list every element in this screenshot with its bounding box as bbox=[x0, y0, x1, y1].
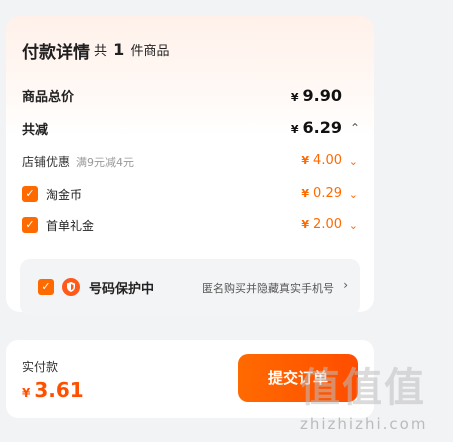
protection-checkbox[interactable]: ✓ bbox=[38, 279, 54, 295]
store-discount-price[interactable]: ¥4.00 bbox=[301, 153, 342, 168]
chevron-down-icon[interactable]: ⌄ bbox=[349, 219, 358, 232]
taojinbi-label: 淘金币 bbox=[46, 188, 83, 202]
items-total-price: ¥9.90 bbox=[290, 86, 342, 105]
chevron-up-icon[interactable]: ⌃ bbox=[350, 121, 360, 135]
taojinbi-checkbox[interactable]: ✓ bbox=[22, 186, 38, 202]
chevron-down-icon[interactable]: ⌄ bbox=[349, 188, 358, 201]
chevron-down-icon[interactable]: ⌄ bbox=[349, 155, 358, 168]
shield-icon bbox=[62, 278, 80, 296]
discount-total-price[interactable]: ¥6.29 bbox=[291, 118, 342, 137]
chevron-right-icon[interactable]: › bbox=[343, 278, 348, 292]
pay-amount: ¥3.61 bbox=[22, 378, 84, 402]
watermark-logo: 值值值 bbox=[300, 365, 426, 411]
payment-details-card: 付款详情 共 1 件商品 商品总价 ¥9.90 共减 ¥6.29 ⌃ 店铺优惠满… bbox=[6, 16, 374, 315]
pay-amount-label: 实付款 bbox=[22, 360, 59, 374]
watermark-url: zhizhizhi.com bbox=[300, 415, 428, 433]
store-discount-note: 满9元减4元 bbox=[76, 156, 135, 169]
number-protection-panel[interactable]: ✓ 号码保护中 匿名购买并隐藏真实手机号 › bbox=[20, 259, 360, 315]
store-discount-label: 店铺优惠 满9元减4元 bbox=[22, 155, 135, 169]
discount-total-label: 共减 bbox=[22, 123, 49, 138]
first-order-gift-price[interactable]: ¥2.00 bbox=[301, 217, 342, 232]
protection-title: 号码保护中 bbox=[89, 282, 155, 297]
first-order-gift-checkbox[interactable]: ✓ bbox=[22, 217, 38, 233]
item-count: 共 1 件商品 bbox=[94, 40, 170, 59]
first-order-gift-label: 首单礼金 bbox=[46, 219, 95, 233]
page-title: 付款详情 bbox=[22, 43, 90, 63]
protection-description: 匿名购买并隐藏真实手机号 bbox=[202, 282, 334, 295]
taojinbi-price[interactable]: ¥0.29 bbox=[301, 186, 342, 201]
items-total-label: 商品总价 bbox=[22, 90, 75, 105]
